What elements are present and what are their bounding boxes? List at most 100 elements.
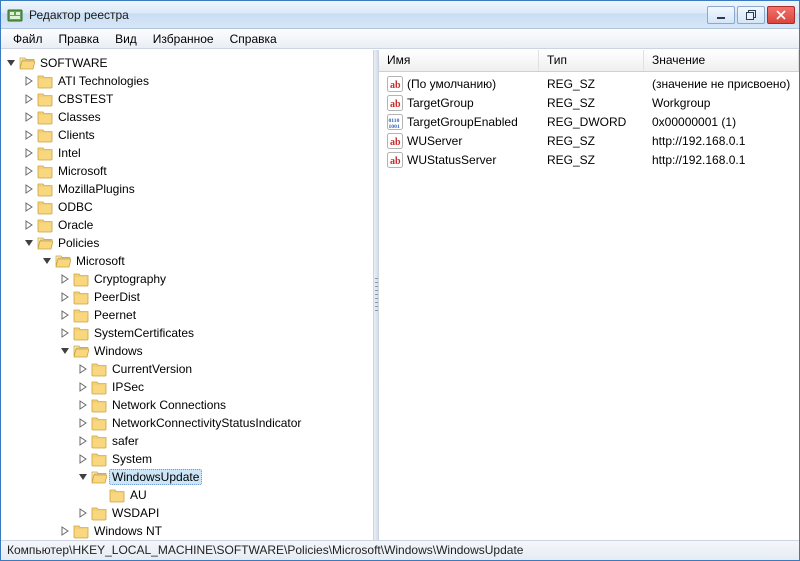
folder-icon	[91, 433, 107, 449]
tree-node-clients[interactable]: Clients	[23, 126, 373, 144]
menu-file[interactable]: Файл	[5, 30, 51, 48]
tree-node-label: CBSTEST	[55, 92, 116, 106]
value-data: http://192.168.0.1	[644, 153, 799, 167]
expand-icon[interactable]	[23, 93, 35, 105]
value-row[interactable]: TargetGroupEnabledREG_DWORD0x00000001 (1…	[379, 112, 799, 131]
expand-icon[interactable]	[23, 165, 35, 177]
expand-icon[interactable]	[23, 183, 35, 195]
tree-node-label: Policies	[55, 236, 102, 250]
expand-icon[interactable]	[23, 147, 35, 159]
tree-node-software[interactable]: SOFTWARE	[5, 54, 373, 72]
value-data: Workgroup	[644, 96, 799, 110]
menu-edit[interactable]: Правка	[51, 30, 108, 48]
folder-icon	[109, 487, 125, 503]
tree-node-peernet[interactable]: Peernet	[59, 306, 373, 324]
tree-pane[interactable]: SOFTWAREATI Technologies CBSTEST Classes Cl…	[1, 50, 374, 540]
folder-icon	[73, 271, 89, 287]
folder-icon	[37, 217, 53, 233]
tree-node-oracle[interactable]: Oracle	[23, 216, 373, 234]
expand-icon[interactable]	[77, 399, 89, 411]
tree-node-label: Classes	[55, 110, 104, 124]
tree-node-odbc[interactable]: ODBC	[23, 198, 373, 216]
col-header-value[interactable]: Значение	[644, 50, 799, 71]
value-name: (По умолчанию)	[407, 77, 496, 91]
reg-string-icon	[387, 76, 403, 92]
tree-node-network-connections[interactable]: Network Connections	[77, 396, 373, 414]
expand-icon[interactable]	[23, 201, 35, 213]
tree-node-policies[interactable]: Policies	[23, 234, 373, 252]
tree-node-classes[interactable]: Classes	[23, 108, 373, 126]
tree-node-ati-technologies[interactable]: ATI Technologies	[23, 72, 373, 90]
tree-node-peerdist[interactable]: PeerDist	[59, 288, 373, 306]
tree-node-label: CurrentVersion	[109, 362, 195, 376]
folder-icon	[91, 451, 107, 467]
value-data: (значение не присвоено)	[644, 77, 799, 91]
expand-icon[interactable]	[23, 111, 35, 123]
expand-icon[interactable]	[23, 219, 35, 231]
collapse-icon[interactable]	[23, 237, 35, 249]
tree-node-networkconnectivitystatusindicator[interactable]: NetworkConnectivityStatusIndicator	[77, 414, 373, 432]
values-pane[interactable]: Имя Тип Значение (По умолчанию)REG_SZ(зн…	[379, 50, 799, 540]
value-type: REG_SZ	[539, 153, 644, 167]
menu-bar: Файл Правка Вид Избранное Справка	[1, 29, 799, 49]
expand-icon[interactable]	[59, 309, 71, 321]
value-data: http://192.168.0.1	[644, 134, 799, 148]
folder-open-icon	[55, 253, 71, 269]
tree-node-au[interactable]: AU	[95, 486, 373, 504]
tree-node-system[interactable]: System	[77, 450, 373, 468]
tree-node-label: System	[109, 452, 155, 466]
expand-icon[interactable]	[59, 291, 71, 303]
folder-icon	[91, 397, 107, 413]
folder-icon	[91, 415, 107, 431]
expand-icon[interactable]	[77, 363, 89, 375]
status-path: Компьютер\HKEY_LOCAL_MACHINE\SOFTWARE\Po…	[7, 543, 523, 557]
menu-favorites[interactable]: Избранное	[145, 30, 222, 48]
tree-node-cbstest[interactable]: CBSTEST	[23, 90, 373, 108]
tree-node-label: NetworkConnectivityStatusIndicator	[109, 416, 304, 430]
expand-icon[interactable]	[77, 453, 89, 465]
value-row[interactable]: WUServerREG_SZhttp://192.168.0.1	[379, 131, 799, 150]
list-body: (По умолчанию)REG_SZ(значение не присвое…	[379, 72, 799, 540]
collapse-icon[interactable]	[59, 345, 71, 357]
expand-icon[interactable]	[77, 381, 89, 393]
expand-icon[interactable]	[23, 75, 35, 87]
tree-node-windowsupdate[interactable]: WindowsUpdate	[77, 468, 373, 486]
tree-node-ipsec[interactable]: IPSec	[77, 378, 373, 396]
maximize-button[interactable]	[737, 6, 765, 24]
tree-node-wsdapi[interactable]: WSDAPI	[77, 504, 373, 522]
tree-node-safer[interactable]: safer	[77, 432, 373, 450]
tree-node-mozillaplugins[interactable]: MozillaPlugins	[23, 180, 373, 198]
tree-node-microsoft[interactable]: Microsoft	[23, 162, 373, 180]
tree-node-cryptography[interactable]: Cryptography	[59, 270, 373, 288]
expand-icon[interactable]	[77, 435, 89, 447]
col-header-name[interactable]: Имя	[379, 50, 539, 71]
tree-node-windows-nt[interactable]: Windows NT	[59, 522, 373, 540]
tree-node-windows[interactable]: Windows	[59, 342, 373, 360]
minimize-button[interactable]	[707, 6, 735, 24]
menu-help[interactable]: Справка	[222, 30, 285, 48]
collapse-icon[interactable]	[77, 471, 89, 483]
collapse-icon[interactable]	[41, 255, 53, 267]
close-button[interactable]	[767, 6, 795, 24]
expand-icon[interactable]	[23, 129, 35, 141]
work-area: SOFTWAREATI Technologies CBSTEST Classes Cl…	[1, 49, 799, 540]
col-header-type[interactable]: Тип	[539, 50, 644, 71]
folder-icon	[37, 127, 53, 143]
tree-node-intel[interactable]: Intel	[23, 144, 373, 162]
value-type: REG_SZ	[539, 96, 644, 110]
collapse-icon[interactable]	[5, 57, 17, 69]
expand-icon[interactable]	[77, 417, 89, 429]
expand-icon[interactable]	[59, 273, 71, 285]
tree-node-currentversion[interactable]: CurrentVersion	[77, 360, 373, 378]
tree-node-systemcertificates[interactable]: SystemCertificates	[59, 324, 373, 342]
value-row[interactable]: WUStatusServerREG_SZhttp://192.168.0.1	[379, 150, 799, 169]
expand-icon[interactable]	[59, 525, 71, 537]
menu-view[interactable]: Вид	[107, 30, 145, 48]
title-bar[interactable]: Редактор реестра	[1, 1, 799, 29]
expand-icon[interactable]	[59, 327, 71, 339]
expand-icon[interactable]	[77, 507, 89, 519]
value-row[interactable]: (По умолчанию)REG_SZ(значение не присвое…	[379, 74, 799, 93]
value-row[interactable]: TargetGroupREG_SZWorkgroup	[379, 93, 799, 112]
folder-icon	[91, 379, 107, 395]
tree-node-microsoft[interactable]: Microsoft	[41, 252, 373, 270]
